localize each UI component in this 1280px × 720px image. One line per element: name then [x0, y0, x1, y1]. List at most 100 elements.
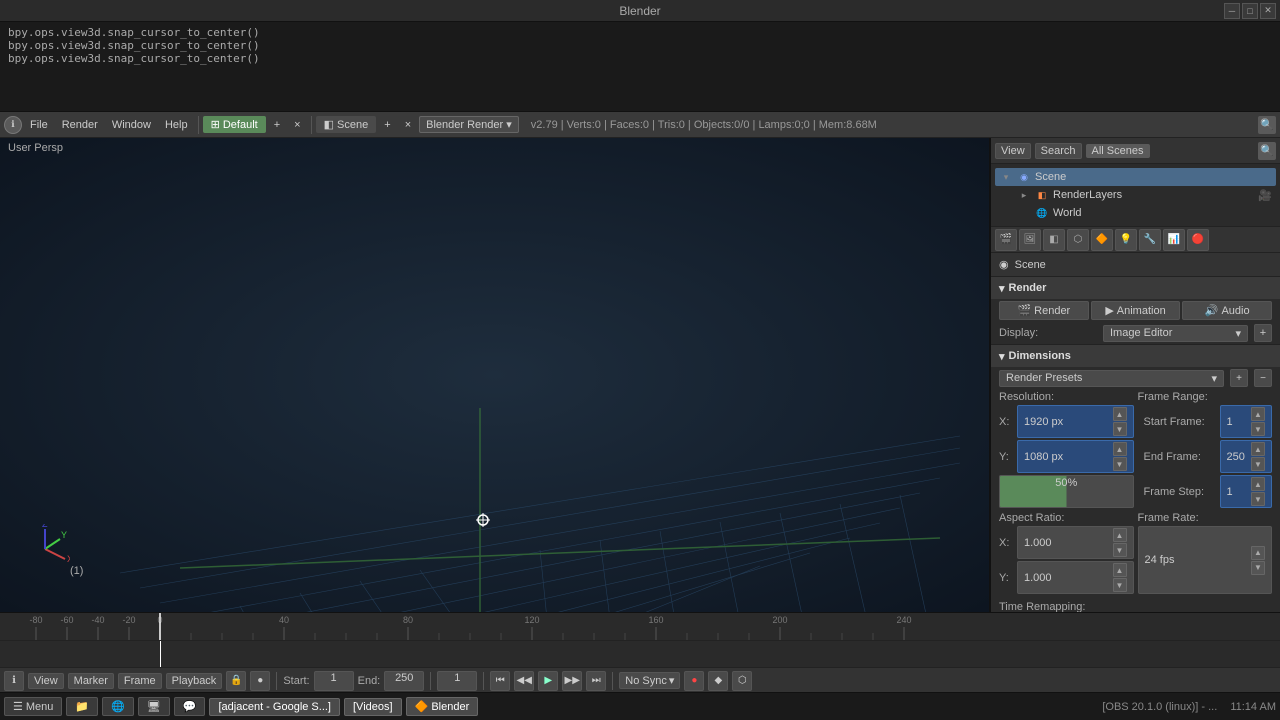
ay-spin-up[interactable]: ▲ [1113, 563, 1127, 577]
add-scene-button[interactable]: + [378, 117, 396, 133]
svg-text:Z: Z [42, 524, 48, 529]
play-btn[interactable]: ▶ [538, 671, 558, 691]
svg-text:160: 160 [648, 615, 663, 625]
next-key-btn[interactable]: ⏭ [586, 671, 606, 691]
tree-item-world[interactable]: 🌐 World [995, 204, 1276, 222]
props-icon-object[interactable]: 🔶 [1091, 229, 1113, 251]
workspace-icon[interactable]: ⊞ Default [203, 116, 266, 133]
close-scene-button[interactable]: × [399, 117, 417, 133]
close-button[interactable]: ✕ [1260, 3, 1276, 19]
props-icon-constraints[interactable]: 💡 [1115, 229, 1137, 251]
taskbar-adjacent-btn[interactable]: [adjacent - Google S...] [209, 698, 340, 716]
x-spin-up[interactable]: ▲ [1113, 407, 1127, 421]
render-engine-dropdown[interactable]: Blender Render ▾ [419, 116, 519, 133]
playback-lock-btn[interactable]: 🔒 [226, 671, 246, 691]
tree-item-scene[interactable]: ▾ ◉ Scene [995, 168, 1276, 186]
render-section-header[interactable]: ▾ Render [991, 277, 1280, 299]
ay-spin-down[interactable]: ▼ [1113, 578, 1127, 592]
fps-spin-up[interactable]: ▲ [1251, 546, 1265, 560]
props-scenes-label[interactable]: All Scenes [1086, 144, 1150, 158]
playback-view[interactable]: View [28, 673, 64, 689]
props-icon-world[interactable]: ⬡ [1067, 229, 1089, 251]
add-workspace-button[interactable]: + [268, 117, 286, 133]
step-spin-down[interactable]: ▼ [1251, 492, 1265, 506]
props-icon-scene[interactable]: ◧ [1043, 229, 1065, 251]
aspect-y-input[interactable]: 1.000 ▲ ▼ [1017, 561, 1134, 594]
taskbar-terminal-btn[interactable]: 🖥 [138, 697, 170, 716]
display-extra-btn[interactable]: + [1254, 324, 1272, 342]
end-frame-input[interactable]: 250 ▲ ▼ [1220, 440, 1273, 473]
keying-btn[interactable]: ⬡ [732, 671, 752, 691]
playback-info-btn[interactable]: ℹ [4, 671, 24, 691]
playback-playback[interactable]: Playback [166, 673, 223, 689]
current-frame-input[interactable]: 1 [437, 671, 477, 691]
render-presets-dropdown[interactable]: Render Presets ▾ [999, 370, 1224, 387]
start-frame-input[interactable]: 1 [314, 671, 354, 691]
aspect-x-input[interactable]: 1.000 ▲ ▼ [1017, 526, 1134, 559]
scene-tab[interactable]: ◧ Scene [316, 116, 377, 133]
taskbar-browser-btn[interactable]: 🌐 [102, 697, 134, 716]
props-view-button[interactable]: View [995, 143, 1031, 159]
render-button[interactable]: 🎬 Render [999, 301, 1089, 320]
start-spin-down[interactable]: ▼ [1251, 422, 1265, 436]
window-controls: ─ □ ✕ [1224, 3, 1276, 19]
menu-window[interactable]: Window [106, 117, 157, 133]
menu-file[interactable]: File [24, 117, 54, 133]
frame-rate-dropdown[interactable]: 24 fps ▲ ▼ [1138, 526, 1273, 594]
taskbar-discord-btn[interactable]: 💬 [174, 697, 206, 716]
y-spin-up[interactable]: ▲ [1113, 442, 1127, 456]
props-header-search-icon[interactable]: 🔍 [1258, 142, 1276, 160]
maximize-button[interactable]: □ [1242, 3, 1258, 19]
animation-button[interactable]: ▶ Animation [1091, 301, 1181, 320]
start-frame-input[interactable]: 1 ▲ ▼ [1220, 405, 1273, 438]
resolution-x-input[interactable]: 1920 px ▲ ▼ [1017, 405, 1134, 438]
menu-render[interactable]: Render [56, 117, 104, 133]
resolution-y-input[interactable]: 1080 px ▲ ▼ [1017, 440, 1134, 473]
taskbar-blender-btn[interactable]: 🔶 Blender [406, 697, 479, 716]
props-icon-material[interactable]: 🔴 [1187, 229, 1209, 251]
start-spin-up[interactable]: ▲ [1251, 407, 1265, 421]
display-value[interactable]: Image Editor ▾ [1103, 325, 1248, 342]
ax-spin-up[interactable]: ▲ [1113, 528, 1127, 542]
next-frame-btn[interactable]: ▶▶ [562, 671, 582, 691]
resolution-percent-slider[interactable]: 50% [999, 475, 1134, 508]
ax-spin-down[interactable]: ▼ [1113, 543, 1127, 557]
resolution-col: Resolution: X: 1920 px ▲ ▼ [999, 391, 1134, 508]
prev-frame-btn[interactable]: ◀◀ [514, 671, 534, 691]
sync-dropdown[interactable]: No Sync [619, 672, 680, 689]
props-icon-camera[interactable]: 🎬 [995, 229, 1017, 251]
playback-marker[interactable]: Marker [68, 673, 114, 689]
taskbar-videos-btn[interactable]: [Videos] [344, 698, 402, 716]
playback-record-btn[interactable]: ● [250, 671, 270, 691]
end-spin-up[interactable]: ▲ [1251, 442, 1265, 456]
props-icon-data[interactable]: 📊 [1163, 229, 1185, 251]
frame-step-input[interactable]: 1 ▲ ▼ [1220, 475, 1273, 508]
marker-btn[interactable]: ◆ [708, 671, 728, 691]
props-icon-modifiers[interactable]: 🔧 [1139, 229, 1161, 251]
taskbar-files-btn[interactable]: 📁 [66, 697, 98, 716]
close-workspace-button[interactable]: × [288, 117, 306, 133]
presets-remove-btn[interactable]: − [1254, 369, 1272, 387]
step-spin-up[interactable]: ▲ [1251, 477, 1265, 491]
prev-key-btn[interactable]: ⏮ [490, 671, 510, 691]
audio-button[interactable]: 🔊 Audio [1182, 301, 1272, 320]
end-frame-input[interactable]: 250 [384, 671, 424, 691]
props-search-button[interactable]: Search [1035, 143, 1082, 159]
y-spin-down[interactable]: ▼ [1113, 457, 1127, 471]
end-frame-field: End Frame: 250 ▲ ▼ [1138, 440, 1273, 473]
info-button[interactable]: ℹ [4, 116, 22, 134]
minimize-button[interactable]: ─ [1224, 3, 1240, 19]
playback-frame[interactable]: Frame [118, 673, 162, 689]
fps-spin-down[interactable]: ▼ [1251, 561, 1265, 575]
props-icon-render-layers[interactable]: 🖼 [1019, 229, 1041, 251]
tree-item-renderlayers[interactable]: ▸ ◧ RenderLayers 🎥 [995, 186, 1276, 204]
dimensions-section-header[interactable]: ▾ Dimensions [991, 345, 1280, 367]
x-spin-down[interactable]: ▼ [1113, 422, 1127, 436]
menu-search-button[interactable]: 🔍 [1258, 116, 1276, 134]
record-btn[interactable]: ● [684, 671, 704, 691]
taskbar-start-btn[interactable]: ☰ Menu [4, 697, 62, 716]
viewport-3d[interactable]: User Persp [0, 138, 990, 612]
menu-help[interactable]: Help [159, 117, 194, 133]
presets-add-btn[interactable]: + [1230, 369, 1248, 387]
end-spin-down[interactable]: ▼ [1251, 457, 1265, 471]
